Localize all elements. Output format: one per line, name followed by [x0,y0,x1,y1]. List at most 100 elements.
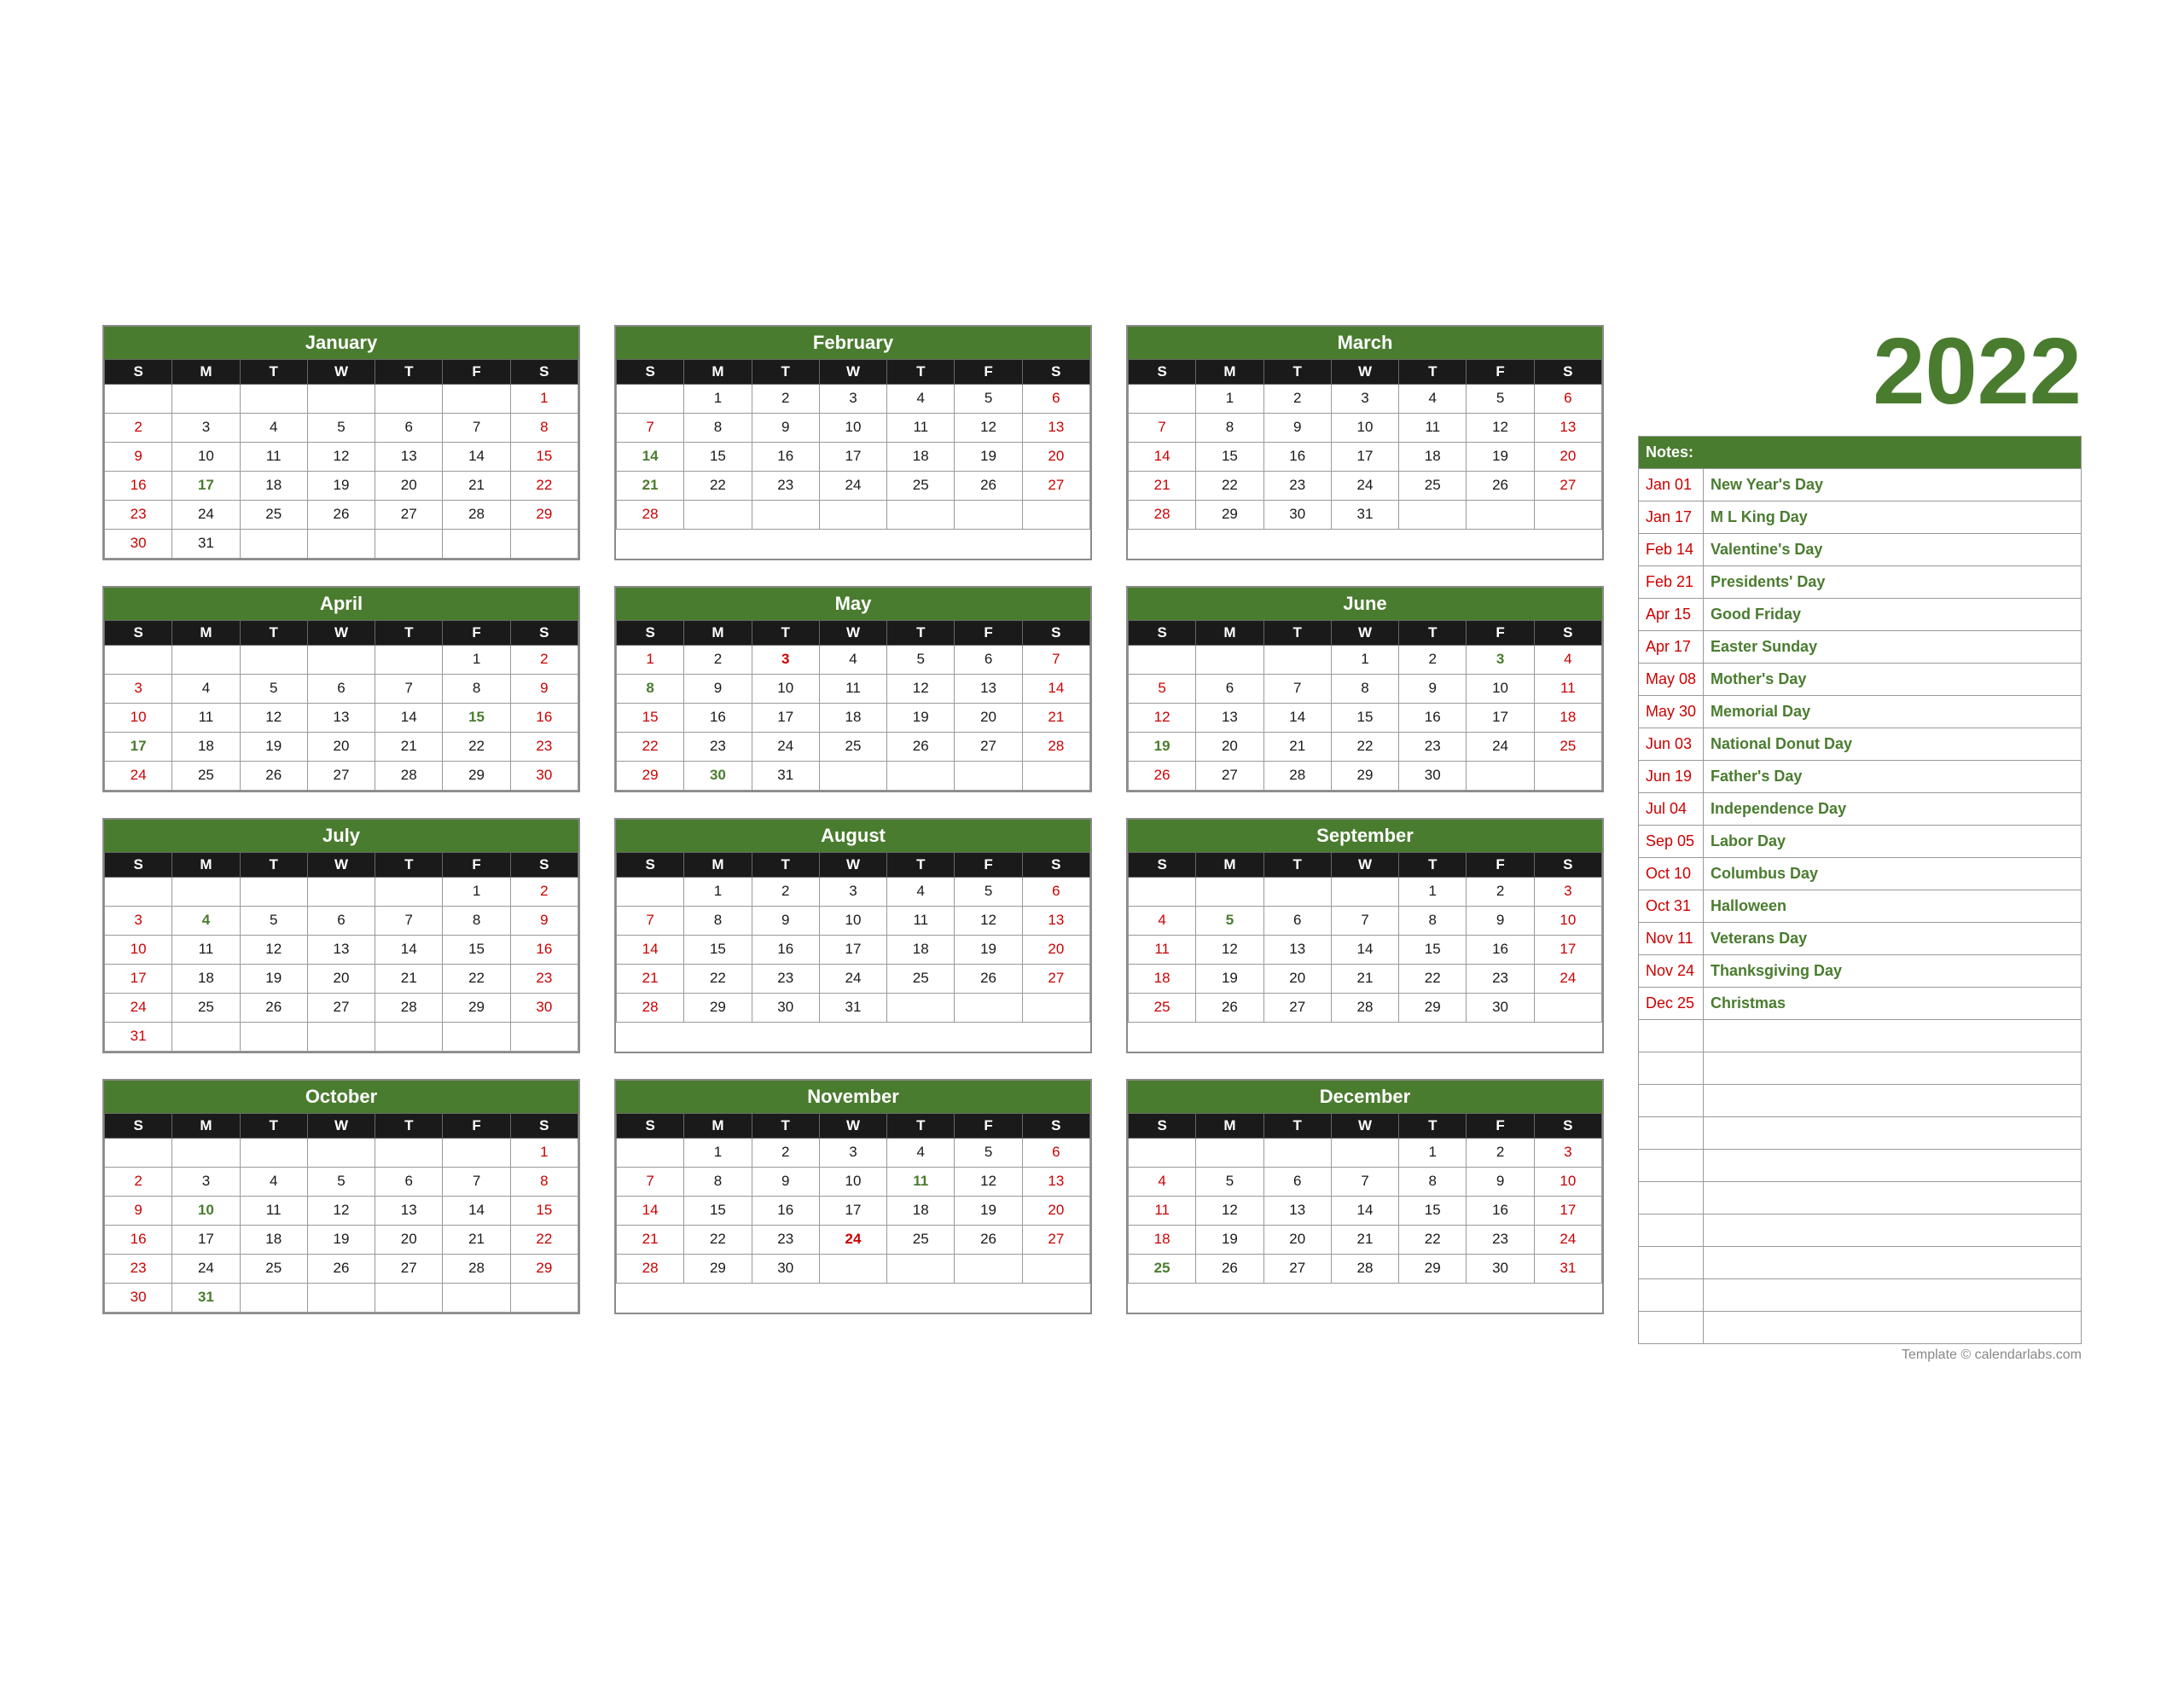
cal-day: 27 [1263,993,1331,1022]
month-october: OctoberSMTWTFS12345678910111213141516171… [102,1079,580,1314]
cal-day: 5 [955,384,1022,413]
cal-day: 24 [172,1254,240,1283]
cal-table: SMTWTFS123456789101112131415161718192021… [104,852,578,1052]
empty-cell [1704,1052,2082,1084]
day-header: M [1196,852,1263,877]
holiday-date: Apr 15 [1639,598,1704,630]
cal-day: 19 [887,703,955,732]
cal-day: 8 [1196,413,1263,442]
cal-day: 16 [105,471,172,500]
cal-day: 19 [1129,732,1196,761]
cal-day: 16 [105,1225,172,1254]
cal-day: 10 [819,1167,886,1196]
day-header: M [172,359,240,384]
cal-day: 14 [1331,935,1398,964]
cal-day: 20 [1022,935,1089,964]
day-header: S [1129,359,1196,384]
day-header: S [617,620,684,645]
cal-day [240,529,307,558]
holiday-name: M L King Day [1704,501,2082,533]
cal-day: 29 [1331,761,1398,790]
cal-day: 12 [887,674,955,703]
cal-day [375,1022,443,1051]
cal-day [105,645,172,674]
holiday-date: Oct 10 [1639,857,1704,890]
cal-day: 15 [1196,442,1263,471]
cal-day: 8 [684,413,752,442]
cal-day: 13 [307,935,375,964]
cal-day: 30 [510,761,578,790]
cal-day: 14 [443,442,510,471]
empty-cell [1639,1149,1704,1181]
cal-day: 1 [684,384,752,413]
cal-day: 12 [1196,1196,1263,1225]
cal-day: 13 [1534,413,1601,442]
cal-day: 17 [105,732,172,761]
cal-day: 11 [240,442,307,471]
cal-day: 17 [819,442,886,471]
month-november: NovemberSMTWTFS1234567891011121314151617… [614,1079,1092,1314]
day-header: S [105,620,172,645]
day-header: M [172,1113,240,1138]
cal-day: 1 [1399,1138,1467,1167]
cal-day: 22 [684,964,752,993]
holiday-date: Nov 11 [1639,922,1704,954]
month-july: JulySMTWTFS12345678910111213141516171819… [102,818,580,1053]
cal-day: 4 [172,906,240,935]
cal-day: 14 [375,935,443,964]
cal-day: 9 [1263,413,1331,442]
cal-day: 28 [617,1254,684,1283]
cal-day [1129,645,1196,674]
cal-day: 13 [1196,703,1263,732]
month-january: JanuarySMTWTFS12345678910111213141516171… [102,325,580,560]
day-header: W [1331,852,1398,877]
cal-day: 3 [819,384,886,413]
cal-day: 16 [1399,703,1467,732]
cal-day: 20 [307,732,375,761]
cal-day: 30 [752,1254,819,1283]
cal-day [105,877,172,906]
cal-day: 2 [1467,1138,1534,1167]
cal-day: 28 [443,500,510,529]
month-september: SeptemberSMTWTFS123456789101112131415161… [1126,818,1604,1053]
cal-day: 20 [1022,442,1089,471]
cal-day [172,1022,240,1051]
cal-day: 27 [1534,471,1601,500]
cal-day: 24 [1467,732,1534,761]
right-panel: 2022 Notes: Jan 01New Year's DayJan 17M … [1638,325,2082,1363]
cal-day: 3 [819,877,886,906]
cal-day: 15 [684,1196,752,1225]
day-header: S [617,852,684,877]
cal-day: 7 [375,674,443,703]
top-section: JanuarySMTWTFS12345678910111213141516171… [102,325,2082,1363]
cal-day: 19 [240,964,307,993]
cal-day: 7 [1129,413,1196,442]
cal-day: 20 [955,703,1022,732]
holiday-name: Presidents' Day [1704,565,2082,598]
holiday-date: Feb 21 [1639,565,1704,598]
cal-day: 3 [172,413,240,442]
cal-day [819,761,886,790]
cal-day: 9 [1467,1167,1534,1196]
cal-day: 31 [105,1022,172,1051]
cal-day [819,1254,886,1283]
day-header: T [375,852,443,877]
cal-day: 23 [105,500,172,529]
cal-day: 24 [1534,1225,1601,1254]
cal-day [172,877,240,906]
holiday-name: Christmas [1704,987,2082,1019]
day-header: T [240,852,307,877]
cal-day: 18 [240,1225,307,1254]
cal-day: 5 [307,1167,375,1196]
day-header: F [955,1113,1022,1138]
day-header: T [240,359,307,384]
cal-day: 2 [1467,877,1534,906]
cal-day: 25 [819,732,886,761]
cal-day [307,1138,375,1167]
cal-day: 13 [955,674,1022,703]
cal-day: 28 [1331,1254,1398,1283]
holiday-date: May 08 [1639,663,1704,695]
cal-day: 22 [617,732,684,761]
cal-day [240,645,307,674]
cal-day: 27 [955,732,1022,761]
